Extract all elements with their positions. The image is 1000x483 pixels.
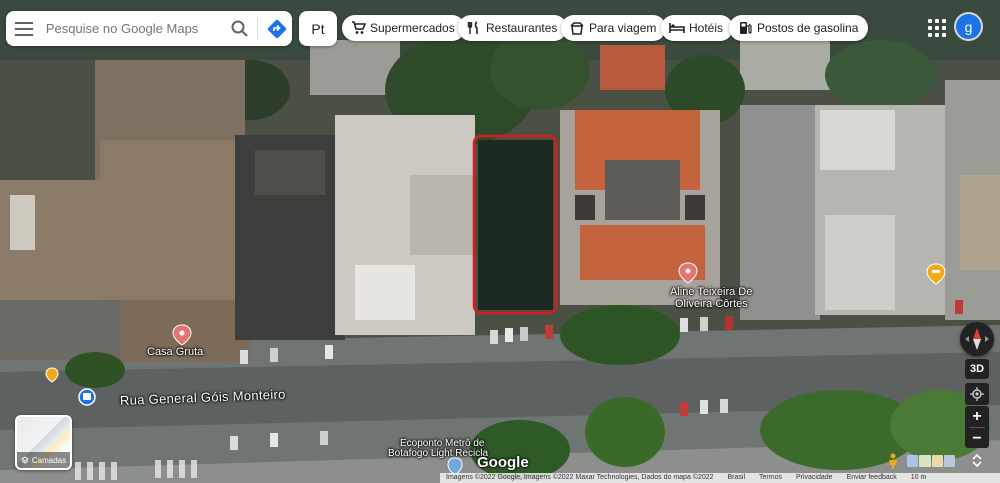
menu-icon[interactable] [6,11,42,46]
cart-icon [350,20,366,36]
layers-icon [20,456,29,464]
scale-label[interactable]: 10 m [911,473,927,483]
takeout-icon [569,20,585,36]
directions-icon[interactable] [262,11,292,46]
chip-label: Hotéis [689,21,724,35]
zoom-control: + − [965,406,989,448]
mini-layer-thumbnails[interactable] [907,455,955,467]
expand-icon[interactable] [969,452,985,468]
place-label-ecoponto-line2[interactable]: Botafogo Light Recicla [388,449,488,459]
chip-label: Supermercados [370,21,455,35]
pegman-icon[interactable] [884,453,902,469]
chip-gas-stations[interactable]: Postos de gasolina [729,15,869,41]
place-label-casa-gruta[interactable]: Casa Gruta [147,346,203,358]
place-label-aline-line1[interactable]: Aline Teixeira De [670,286,752,298]
fork-knife-icon [466,20,482,36]
google-apps-icon[interactable] [925,16,949,40]
chip-supermarkets[interactable]: Supermercados [342,15,465,41]
chip-restaurants[interactable]: Restaurantes [458,15,568,41]
gas-station-icon [737,20,753,36]
footer-terms-link[interactable]: Termos [759,473,782,483]
zoom-in-button[interactable]: + [965,406,989,427]
my-location-icon[interactable] [965,383,989,405]
imagery-credit: Imagens ©2022 Google, Imagens ©2022 Maxa… [446,474,714,481]
search-input[interactable] [41,21,226,36]
chip-label: Restaurantes [486,21,558,35]
place-label-aline-line2[interactable]: Oliveira Côrtes [675,298,748,310]
search-box [6,11,292,46]
search-divider [256,17,258,40]
account-avatar[interactable]: g [956,14,981,39]
toggle-3d-button[interactable]: 3D [965,359,989,379]
chip-hotels[interactable]: Hotéis [661,15,734,41]
language-selector[interactable]: Pt [299,11,337,46]
footer-country[interactable]: Brasil [728,473,746,483]
bus-stop-icon [78,388,96,406]
footer-privacy-link[interactable]: Privacidade [796,473,833,483]
search-icon[interactable] [226,11,253,46]
compass-button[interactable] [960,322,994,356]
chip-label: Para viagem [589,21,657,35]
bed-icon [669,20,685,36]
layers-label-bar: Camadas [17,452,70,468]
chip-takeout[interactable]: Para viagem [561,15,667,41]
google-logo: Google [477,454,529,471]
chip-label: Postos de gasolina [757,21,859,35]
layers-label: Camadas [31,455,67,465]
satellite-map[interactable] [0,0,1000,483]
zoom-out-button[interactable]: − [965,428,989,449]
layers-button[interactable]: Camadas [15,415,72,470]
footer-feedback-link[interactable]: Enviar feedback [847,473,897,483]
compass-icon [965,328,989,350]
attribution-footer: Imagens ©2022 Google, Imagens ©2022 Maxa… [440,473,1000,483]
